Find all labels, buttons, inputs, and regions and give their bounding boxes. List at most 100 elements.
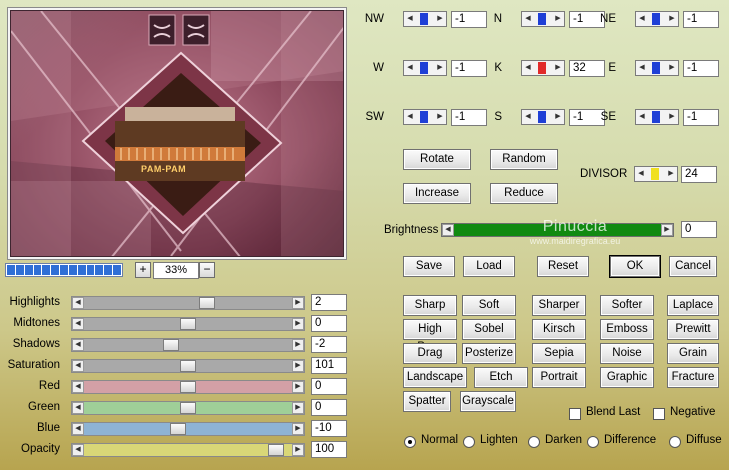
highlights-value-field[interactable]: 2 [311,294,347,311]
ne-increase-arrow[interactable]: ▶ [667,13,677,25]
brightness-increase-arrow[interactable]: ▶ [661,224,673,236]
divisor-value-field[interactable]: 24 [681,166,717,183]
filter-emboss-button[interactable]: Emboss [600,319,654,340]
midtones-value-field[interactable]: 0 [311,315,347,332]
filter-kirsch-button[interactable]: Kirsch [532,319,586,340]
brightness-decrease-arrow[interactable]: ◀ [442,224,454,236]
divisor-decrease-arrow[interactable]: ◀ [636,168,646,180]
midtones-slider-thumb[interactable] [180,318,196,330]
blend-difference-radio[interactable] [587,436,599,448]
filter-grain-button[interactable]: Grain [667,343,719,364]
ok-button[interactable]: OK [610,256,660,277]
saturation-value-field[interactable]: 101 [311,357,347,374]
e-decrease-arrow[interactable]: ◀ [637,62,647,74]
s-slider-thumb[interactable] [538,111,546,123]
saturation-decrease-arrow[interactable]: ◀ [72,360,84,372]
shadows-slider-thumb[interactable] [163,339,179,351]
shadows-decrease-arrow[interactable]: ◀ [72,339,84,351]
se-slider[interactable]: ◀ ▶ [635,109,679,125]
e-increase-arrow[interactable]: ▶ [667,62,677,74]
save-button[interactable]: Save [403,256,455,277]
red-decrease-arrow[interactable]: ◀ [72,381,84,393]
image-preview[interactable]: PAM-PAM [10,10,344,257]
midtones-slider[interactable]: ◀ ▶ [71,317,305,331]
filter-laplace-button[interactable]: Laplace [667,295,719,316]
k-decrease-arrow[interactable]: ◀ [523,62,533,74]
red-value-field[interactable]: 0 [311,378,347,395]
saturation-slider[interactable]: ◀ ▶ [71,359,305,373]
saturation-increase-arrow[interactable]: ▶ [292,360,304,372]
filter-sharper-button[interactable]: Sharper [532,295,586,316]
brightness-value-field[interactable]: 0 [681,221,717,238]
green-value-field[interactable]: 0 [311,399,347,416]
k-slider[interactable]: ◀ ▶ [521,60,565,76]
opacity-increase-arrow[interactable]: ▶ [292,444,304,456]
filter-landscape-button[interactable]: Landscape [403,367,467,388]
filter-prewitt-button[interactable]: Prewitt [667,319,719,340]
divisor-slider[interactable]: ◀ ▶ [634,166,678,182]
midtones-decrease-arrow[interactable]: ◀ [72,318,84,330]
filter-soft-button[interactable]: Soft [462,295,516,316]
sw-slider[interactable]: ◀ ▶ [403,109,447,125]
green-increase-arrow[interactable]: ▶ [292,402,304,414]
highlights-increase-arrow[interactable]: ▶ [292,297,304,309]
filter-sepia-button[interactable]: Sepia [532,343,586,364]
divisor-increase-arrow[interactable]: ▶ [666,168,676,180]
blend-last-checkbox[interactable] [569,408,581,420]
filter-noise-button[interactable]: Noise [600,343,654,364]
w-slider-thumb[interactable] [420,62,428,74]
shadows-increase-arrow[interactable]: ▶ [292,339,304,351]
negative-checkbox[interactable] [653,408,665,420]
highlights-slider-thumb[interactable] [199,297,215,309]
zoom-out-button[interactable]: − [199,262,215,278]
load-button[interactable]: Load [463,256,515,277]
shadows-value-field[interactable]: -2 [311,336,347,353]
reduce-button[interactable]: Reduce [490,183,558,204]
zoom-in-button[interactable]: + [135,262,151,278]
se-value-field[interactable]: -1 [683,109,719,126]
filter-spatter-button[interactable]: Spatter [403,391,451,412]
blend-diffuse-radio[interactable] [669,436,681,448]
s-increase-arrow[interactable]: ▶ [553,111,563,123]
reset-button[interactable]: Reset [537,256,589,277]
ne-value-field[interactable]: -1 [683,11,719,28]
n-decrease-arrow[interactable]: ◀ [523,13,533,25]
ne-slider[interactable]: ◀ ▶ [635,11,679,27]
e-slider[interactable]: ◀ ▶ [635,60,679,76]
e-slider-thumb[interactable] [652,62,660,74]
nw-slider[interactable]: ◀ ▶ [403,11,447,27]
filter-graphic-button[interactable]: Graphic [600,367,654,388]
se-increase-arrow[interactable]: ▶ [667,111,677,123]
blue-decrease-arrow[interactable]: ◀ [72,423,84,435]
green-slider-thumb[interactable] [180,402,196,414]
n-slider[interactable]: ◀ ▶ [521,11,565,27]
rotate-button[interactable]: Rotate [403,149,471,170]
green-slider[interactable]: ◀ ▶ [71,401,305,415]
blend-darken-radio[interactable] [528,436,540,448]
ne-slider-thumb[interactable] [652,13,660,25]
filter-softer-button[interactable]: Softer [600,295,654,316]
nw-slider-thumb[interactable] [420,13,428,25]
red-slider-thumb[interactable] [180,381,196,393]
k-slider-thumb[interactable] [538,62,546,74]
filter-fracture-button[interactable]: Fracture [667,367,719,388]
shadows-slider[interactable]: ◀ ▶ [71,338,305,352]
e-value-field[interactable]: -1 [683,60,719,77]
opacity-slider-thumb[interactable] [268,444,284,456]
filter-portrait-button[interactable]: Portrait [532,367,586,388]
n-slider-thumb[interactable] [538,13,546,25]
w-decrease-arrow[interactable]: ◀ [405,62,415,74]
s-decrease-arrow[interactable]: ◀ [523,111,533,123]
red-slider[interactable]: ◀ ▶ [71,380,305,394]
filter-posterize-button[interactable]: Posterize [462,343,516,364]
midtones-increase-arrow[interactable]: ▶ [292,318,304,330]
nw-increase-arrow[interactable]: ▶ [435,13,445,25]
filter-high-pass-button[interactable]: High Pass [403,319,457,353]
blue-slider[interactable]: ◀ ▶ [71,422,305,436]
ne-decrease-arrow[interactable]: ◀ [637,13,647,25]
filter-grayscale-button[interactable]: Grayscale [460,391,516,412]
highlights-decrease-arrow[interactable]: ◀ [72,297,84,309]
se-decrease-arrow[interactable]: ◀ [637,111,647,123]
w-slider[interactable]: ◀ ▶ [403,60,447,76]
divisor-slider-thumb[interactable] [651,168,659,180]
